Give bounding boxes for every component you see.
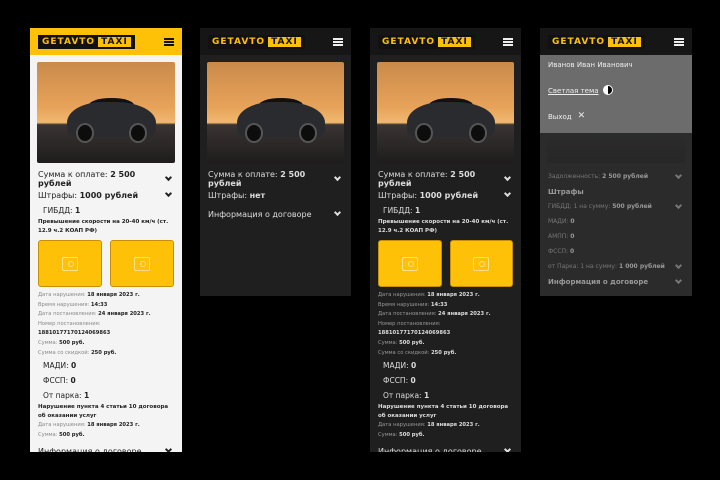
logo[interactable]: GETAVTO TAXI <box>38 34 135 49</box>
chevron-down-icon[interactable] <box>674 261 683 269</box>
contract-row[interactable]: Информация о договоре <box>30 443 182 452</box>
logo[interactable]: GETAVTO TAXI <box>208 34 305 49</box>
chevron-down-icon[interactable] <box>503 446 512 452</box>
photo-thumbnail[interactable] <box>449 240 513 287</box>
photo-thumbnail[interactable] <box>110 240 174 287</box>
gibdd-details: Дата нарушения: 18 января 2023 г. Время … <box>38 292 151 356</box>
car-image <box>207 62 344 163</box>
park-heading: От парка: 1 <box>383 391 430 401</box>
image-icon <box>473 256 490 271</box>
header: GETAVTO TAXI <box>30 28 182 55</box>
photo-thumbnail[interactable] <box>38 240 102 287</box>
menu-icon[interactable] <box>503 37 513 46</box>
ampp-row: АМПП: 0 <box>548 233 575 240</box>
gibdd-row[interactable]: ГИБДД: 1 на сумму: 500 рублей <box>540 199 692 214</box>
gibdd-desc: Превышение скорости на 20-40 км/ч (ст. 1… <box>38 219 169 234</box>
phone-dark-collapsed: GETAVTO TAXI Сумма к оплате: 2 500 рублей… <box>200 28 351 296</box>
summary-row[interactable]: Сумма к оплате: 2 500 рублей <box>370 170 521 188</box>
menu-logout[interactable]: Выход ✕ <box>548 112 684 139</box>
gibdd-desc: Превышение скорости на 20-40 км/ч (ст. 1… <box>378 219 509 234</box>
image-icon <box>401 256 418 271</box>
chevron-down-icon[interactable] <box>333 208 342 217</box>
header: GETAVTO TAXI <box>540 28 692 55</box>
park-desc: Нарушение пункта 4 статьи 10 договора об… <box>378 404 509 420</box>
car-image <box>377 62 514 163</box>
debt-row[interactable]: Задолженность: 2 500 рублей <box>540 169 692 184</box>
image-icon <box>62 256 78 271</box>
close-icon[interactable]: ✕ <box>578 112 586 121</box>
fines-heading: Штрафы <box>548 187 584 196</box>
user-menu: Иванов Иван Иванович Светлая тема Выход ✕ <box>540 55 692 133</box>
contract-row[interactable]: Информация о договоре <box>540 274 692 289</box>
gibdd-heading: ГИБДД: 1 <box>383 206 421 215</box>
car-image <box>37 62 175 163</box>
gibdd-details: Дата нарушения: 18 января 2023 г. Время … <box>378 292 491 356</box>
image-icon <box>134 256 150 271</box>
photo-thumbnail[interactable] <box>378 240 442 287</box>
logo[interactable]: GETAVTO TAXI <box>378 34 475 49</box>
half-circle-theme-icon[interactable] <box>602 85 613 95</box>
contract-row[interactable]: Информация о договоре <box>200 206 351 222</box>
chevron-down-icon[interactable] <box>674 201 683 209</box>
fssp-heading: ФССП: 0 <box>43 376 76 386</box>
park-details: Дата нарушения: 18 января 2023 г. Сумма:… <box>38 422 140 438</box>
header: GETAVTO TAXI <box>370 28 521 55</box>
chevron-down-icon[interactable] <box>164 446 173 452</box>
chevron-down-icon[interactable] <box>674 276 683 284</box>
chevron-down-icon[interactable] <box>503 189 512 198</box>
park-details: Дата нарушения: 18 января 2023 г. Сумма:… <box>378 422 480 438</box>
phone-light-expanded: GETAVTO TAXI Сумма к оплате: 2 500 рублей… <box>30 28 182 452</box>
summary-row[interactable]: Сумма к оплате: 2 500 рублей <box>200 170 351 188</box>
chevron-down-icon[interactable] <box>674 171 683 179</box>
park-heading: От парка: 1 <box>43 391 90 401</box>
header: GETAVTO TAXI <box>200 28 351 55</box>
chevron-down-icon[interactable] <box>164 189 173 198</box>
menu-icon[interactable] <box>333 37 343 46</box>
contract-row[interactable]: Информация о договоре <box>370 443 521 452</box>
gibdd-heading: ГИБДД: 1 <box>43 206 81 215</box>
menu-icon[interactable] <box>674 37 684 46</box>
fines-row[interactable]: Штрафы: 1000 рублей <box>370 187 521 203</box>
menu-user-name: Иванов Иван Иванович <box>548 61 633 69</box>
madi-row: МАДИ: 0 <box>548 218 575 225</box>
park-row[interactable]: от Парка: 1 на сумму: 1 000 рублей <box>540 259 692 274</box>
madi-heading: МАДИ: 0 <box>383 361 417 371</box>
park-desc: Нарушение пункта 4 статьи 10 договора об… <box>38 404 169 420</box>
menu-theme-toggle[interactable]: Светлая тема <box>548 85 684 113</box>
fssp-heading: ФССП: 0 <box>383 376 416 386</box>
phone-dark-expanded: GETAVTO TAXI Сумма к оплате: 2 500 рублей… <box>370 28 521 452</box>
summary-row[interactable]: Сумма к оплате: 2 500 рублей <box>30 170 182 188</box>
fines-row[interactable]: Штрафы: нет <box>200 187 351 203</box>
menu-icon[interactable] <box>164 37 174 46</box>
phone-dark-menu-open: GETAVTO TAXI Задолженность: 2 500 рублей … <box>540 28 692 296</box>
fines-row[interactable]: Штрафы: 1000 рублей <box>30 187 182 203</box>
fssp-row: ФССП: 0 <box>548 248 575 255</box>
logo[interactable]: GETAVTO TAXI <box>548 34 645 49</box>
madi-heading: МАДИ: 0 <box>43 361 77 371</box>
